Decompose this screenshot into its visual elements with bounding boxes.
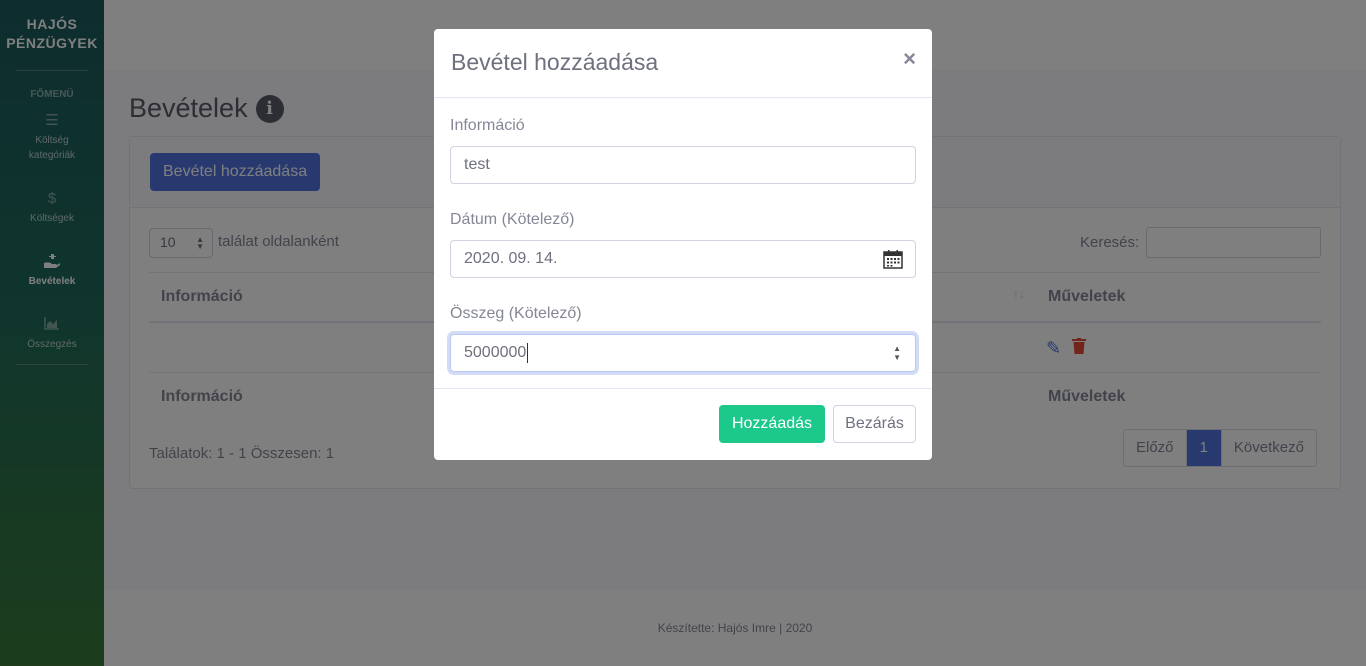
date-value: 2020. 09. 14.	[464, 250, 558, 267]
info-field[interactable]: test	[450, 146, 916, 184]
info-value: test	[464, 156, 490, 173]
amount-field[interactable]: 5000000 ▲ ▼	[450, 334, 916, 372]
info-label: Információ	[450, 117, 525, 134]
submit-button[interactable]: Hozzáadás	[719, 405, 825, 443]
date-label: Dátum (Kötelező)	[450, 211, 575, 228]
date-field[interactable]: 2020. 09. 14.	[450, 240, 916, 278]
add-income-modal: Bevétel hozzáadása × Információ test Dát…	[434, 29, 932, 460]
number-spinner-icon[interactable]: ▲ ▼	[893, 344, 901, 362]
calendar-icon[interactable]	[883, 249, 903, 269]
amount-label: Összeg (Kötelező)	[450, 305, 582, 322]
modal-header: Bevétel hozzáadása ×	[434, 29, 932, 98]
text-caret	[527, 343, 529, 363]
modal-footer	[434, 388, 932, 389]
close-icon[interactable]: ×	[903, 46, 916, 72]
amount-value: 5000000	[464, 344, 527, 361]
close-button[interactable]: Bezárás	[833, 405, 916, 443]
modal-title: Bevétel hozzáadása	[451, 49, 659, 75]
